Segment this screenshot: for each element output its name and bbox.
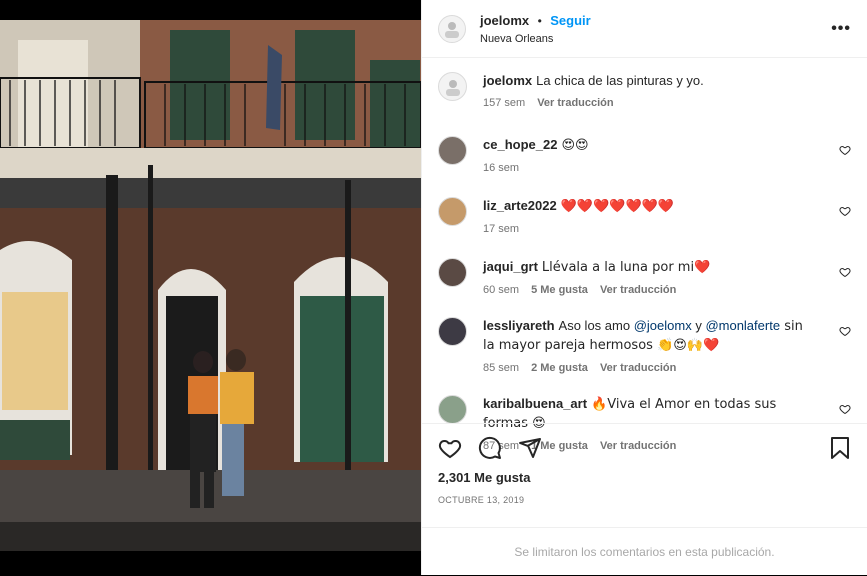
comment-likes[interactable]: 2 Me gusta (531, 362, 588, 374)
post-sidebar: joelomx • Seguir Nueva Orleans ••• joelo… (421, 0, 867, 575)
avatar[interactable] (438, 197, 467, 226)
avatar[interactable] (438, 395, 467, 424)
caption-time[interactable]: 157 sem (483, 97, 525, 109)
avatar[interactable] (438, 72, 467, 101)
more-options-icon[interactable]: ••• (831, 20, 851, 38)
mention-link[interactable]: @monlaferte (705, 318, 780, 333)
translate-link[interactable]: Ver traducción (600, 362, 676, 374)
comment-item: liz_arte2022 ❤️❤️❤️❤️❤️❤️❤️ 17 sem (438, 197, 851, 238)
save-icon[interactable] (829, 436, 851, 460)
caption-text: La chica de las pinturas y yo. (536, 73, 704, 88)
comment-item: jaqui_grt Llévala a la luna por mi❤️ 60 s… (438, 258, 851, 299)
user-avatar-icon (445, 79, 460, 96)
comment-time[interactable]: 17 sem (483, 223, 519, 235)
like-heart-icon[interactable] (839, 325, 851, 337)
comment-text-part: y (691, 318, 706, 333)
avatar[interactable] (438, 258, 467, 287)
like-heart-icon[interactable] (839, 403, 851, 415)
comments-limited-notice: Se limitaron los comentarios en esta pub… (422, 527, 867, 576)
post-actions: 2,301 Me gusta OCTUBRE 13, 2019 (422, 423, 867, 505)
location-link[interactable]: Nueva Orleans (480, 33, 591, 45)
comment-text-part: Aso los amo (558, 318, 634, 333)
caption: joelomx La chica de las pinturas y yo. 15… (438, 72, 851, 112)
post-date[interactable]: OCTUBRE 13, 2019 (438, 495, 851, 505)
comment-time[interactable]: 85 sem (483, 362, 519, 374)
header-username[interactable]: joelomx (480, 13, 529, 28)
like-heart-icon[interactable] (839, 266, 851, 278)
mention-link[interactable]: @joelomx (634, 318, 692, 333)
user-avatar-icon (445, 21, 459, 38)
post-header: joelomx • Seguir Nueva Orleans ••• (422, 0, 867, 58)
follow-button[interactable]: Seguir (550, 13, 590, 28)
post-photo[interactable] (0, 0, 421, 575)
share-icon[interactable] (518, 436, 542, 460)
post-image (0, 0, 421, 575)
comment-time[interactable]: 60 sem (483, 284, 519, 296)
comment-item: lessliyareth Aso los amo @joelomx y @monl… (438, 317, 851, 377)
comment-text: ❤️❤️❤️❤️❤️❤️❤️ (560, 199, 675, 214)
like-heart-icon[interactable] (839, 144, 851, 156)
comments-list: joelomx La chica de las pinturas y yo. 15… (422, 72, 867, 455)
comment-username[interactable]: jaqui_grt (483, 259, 538, 274)
translate-link[interactable]: Ver traducción (537, 97, 613, 109)
comment-text: 😍😍 (561, 138, 589, 153)
comment-username[interactable]: ce_hope_22 (483, 137, 557, 152)
comment-likes[interactable]: 5 Me gusta (531, 284, 588, 296)
avatar[interactable] (438, 317, 467, 346)
separator-dot: • (537, 14, 542, 28)
like-heart-icon[interactable] (839, 205, 851, 217)
likes-count[interactable]: 2,301 Me gusta (438, 470, 851, 485)
comment-username[interactable]: karibalbuena_art (483, 396, 587, 411)
comment-text: Llévala a la luna por mi❤️ (541, 260, 711, 275)
comment-username[interactable]: lessliyareth (483, 318, 555, 333)
post-viewer: joelomx • Seguir Nueva Orleans ••• joelo… (0, 0, 867, 575)
translate-link[interactable]: Ver traducción (600, 284, 676, 296)
like-icon[interactable] (438, 436, 462, 460)
avatar[interactable] (438, 136, 467, 165)
caption-username[interactable]: joelomx (483, 73, 532, 88)
comment-icon[interactable] (478, 436, 502, 460)
avatar[interactable] (438, 14, 466, 43)
comment-time[interactable]: 16 sem (483, 162, 519, 174)
comment-item: ce_hope_22 😍😍 16 sem (438, 136, 851, 177)
comment-username[interactable]: liz_arte2022 (483, 198, 557, 213)
